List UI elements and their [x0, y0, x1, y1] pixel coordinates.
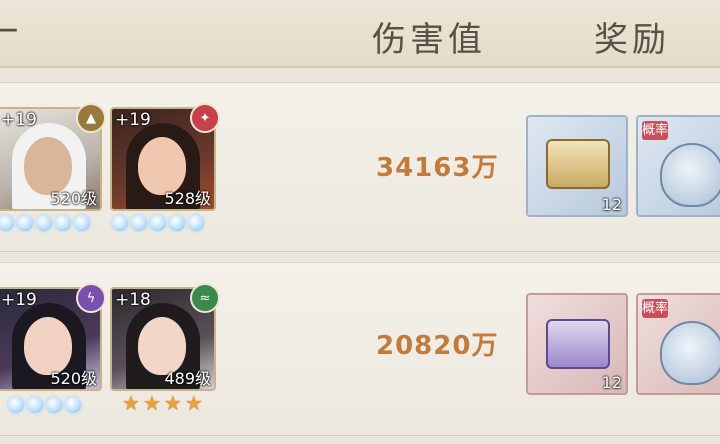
damage-value: 34163万 [376, 153, 499, 183]
hero-stars [112, 215, 204, 231]
star-icon: ★ [122, 391, 140, 415]
header-partial-glyph: ⌐ [0, 12, 25, 52]
reward-item[interactable]: 概率 [636, 115, 720, 217]
hero-plus: +19 [115, 110, 151, 130]
hero-stars [0, 215, 90, 231]
hero-plus: +19 [1, 290, 37, 310]
probability-tag: 概率 [642, 299, 669, 318]
orb-star-icon [46, 397, 62, 413]
hero-stars [8, 397, 81, 413]
reward-quantity: 12 [601, 373, 622, 392]
hero-level: 528级 [164, 189, 211, 208]
hero-level: 520级 [50, 189, 97, 208]
table-header: ⌐ 伤害值 奖励 [0, 0, 720, 68]
hero-plus: +19 [1, 110, 37, 130]
damage-column-header: 伤害值 [372, 20, 486, 60]
lucky-bag-icon [660, 143, 720, 207]
reward-quantity: 12 [601, 195, 622, 214]
lucky-bag-icon [660, 321, 720, 385]
probability-tag: 概率 [642, 121, 669, 140]
orb-star-icon [169, 215, 185, 231]
treasure-chest-icon [546, 139, 610, 189]
star-icon: ★ [184, 391, 203, 415]
orb-star-icon [188, 215, 204, 231]
reward-column-header: 奖励 [594, 20, 670, 60]
orb-star-icon [8, 397, 24, 413]
orb-star-icon [55, 215, 71, 231]
star-icon: ★ [142, 391, 161, 415]
orb-star-icon [74, 215, 90, 231]
orb-star-icon [65, 397, 81, 413]
orb-star-icon [0, 215, 14, 231]
orb-star-icon [131, 215, 147, 231]
hero-level: 520级 [50, 369, 97, 388]
orb-star-icon [17, 215, 33, 231]
wave-icon: ≈ [190, 283, 220, 313]
lightning-icon: ϟ [76, 283, 106, 313]
ranking-row[interactable]: +19 520级 ϟ +18 489级 ≈ ★ ★ ★ ★ 20820万 12 … [0, 262, 720, 436]
ranking-row[interactable]: +19 520级 ▲ +19 528级 ✦ 34163万 12 概率 [0, 82, 720, 252]
hero-plus: +18 [115, 290, 151, 310]
treasure-chest-icon [546, 319, 610, 369]
reward-item[interactable]: 12 [526, 115, 628, 217]
damage-value: 20820万 [376, 331, 499, 361]
orb-star-icon [150, 215, 166, 231]
flame-icon: ✦ [190, 103, 220, 133]
orb-star-icon [27, 397, 43, 413]
orb-star-icon [112, 215, 128, 231]
reward-item[interactable]: 概率 [636, 293, 720, 395]
star-icon: ★ [163, 391, 182, 415]
reward-item[interactable]: 12 [526, 293, 628, 395]
orb-star-icon [36, 215, 52, 231]
compass-icon: ▲ [76, 103, 106, 133]
hero-level: 489级 [164, 369, 211, 388]
hero-stars: ★ ★ ★ ★ [122, 393, 203, 413]
